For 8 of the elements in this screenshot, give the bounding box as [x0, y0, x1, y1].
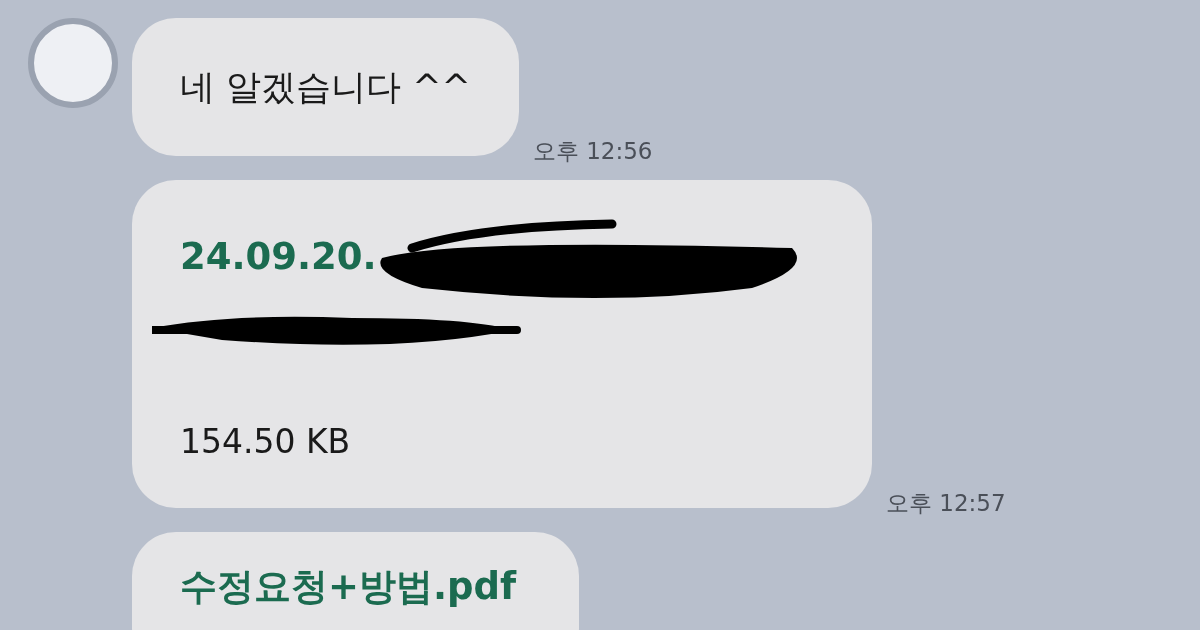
- file-name: 24.09.20.: [180, 235, 377, 278]
- file-name: 수정요청+방법.pdf: [180, 565, 517, 608]
- message-bubble: 네 알겠습니다 ^^: [132, 18, 519, 156]
- file-bubble[interactable]: 24.09.20. 154.50 KB: [132, 180, 872, 508]
- file-bubble[interactable]: 수정요청+방법.pdf: [132, 532, 579, 630]
- message-time: 오후 12:56: [532, 136, 653, 166]
- file-size: 154.50 KB: [180, 421, 352, 463]
- message-time: 오후 12:57: [886, 488, 1006, 518]
